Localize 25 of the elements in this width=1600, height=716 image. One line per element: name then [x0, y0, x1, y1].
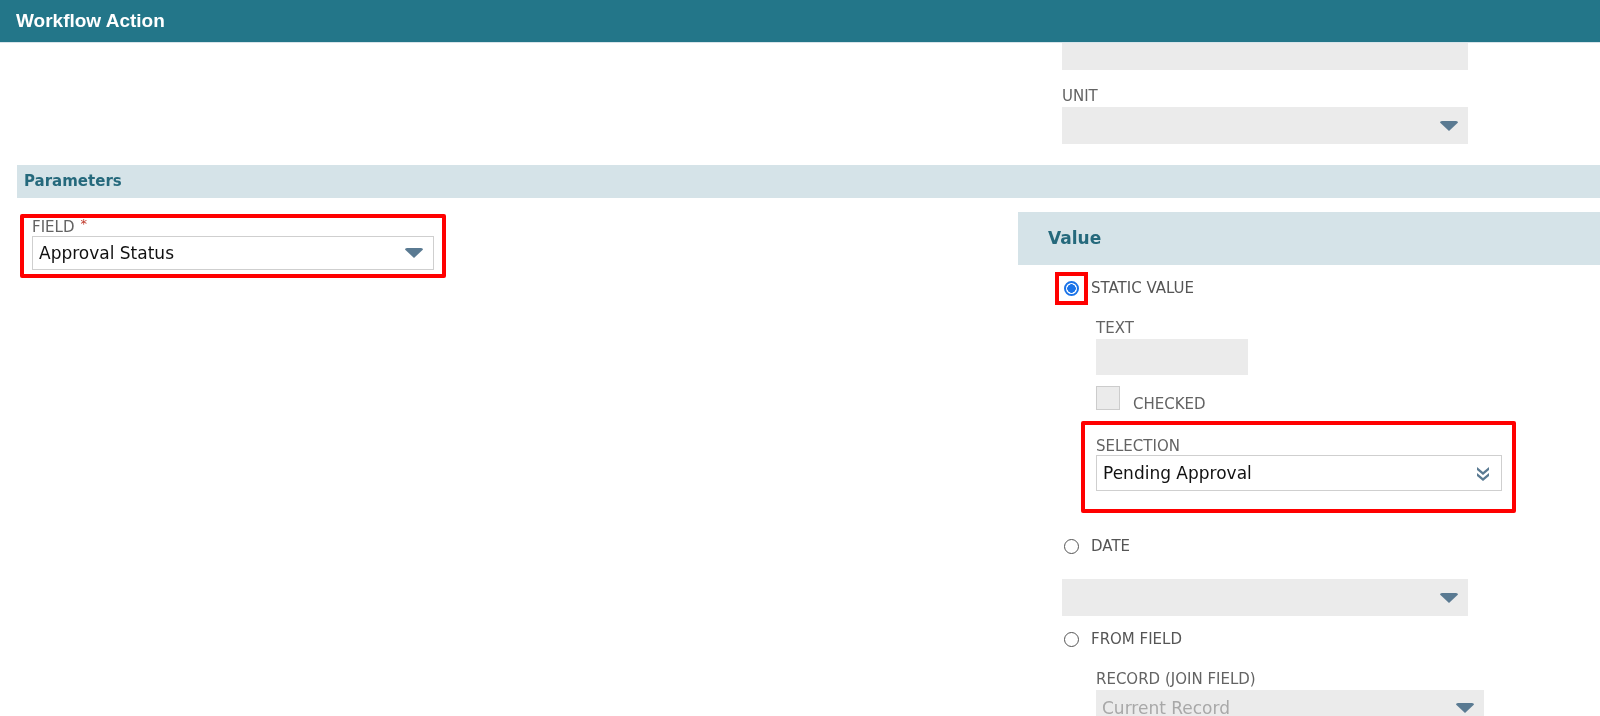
panel-header: Value [1018, 212, 1600, 265]
date-dropdown[interactable] [1062, 579, 1468, 616]
option-label: STATIC VALUE [1091, 279, 1195, 297]
window-title: Workflow Action [0, 0, 1600, 43]
option-label: FROM FIELD [1091, 630, 1182, 648]
required-asterisk: * [80, 218, 87, 230]
double-chevron-icon [1475, 465, 1491, 481]
selection-dropdown[interactable]: Pending Approval [1096, 455, 1502, 491]
unit-dropdown[interactable] [1062, 107, 1468, 144]
field-dropdown[interactable]: Approval Status [32, 236, 434, 270]
section-header: Parameters [17, 165, 1600, 198]
field-label: RECORD (JOIN FIELD) [1096, 670, 1257, 688]
field-label: UNIT [1062, 87, 1099, 105]
caret-icon [1440, 120, 1458, 131]
option-label: DATE [1091, 537, 1131, 555]
radio-button[interactable] [1064, 280, 1079, 296]
field-label: TEXT [1096, 319, 1135, 337]
caret-icon [1440, 592, 1458, 603]
caret-icon [1456, 703, 1474, 713]
field-label: SELECTION [1096, 437, 1181, 455]
text-input[interactable] [1062, 43, 1468, 70]
checkbox[interactable] [1096, 386, 1120, 410]
caret-icon [405, 248, 423, 258]
checkbox-label: CHECKED [1133, 394, 1206, 413]
field-label: FIELD [32, 218, 75, 236]
